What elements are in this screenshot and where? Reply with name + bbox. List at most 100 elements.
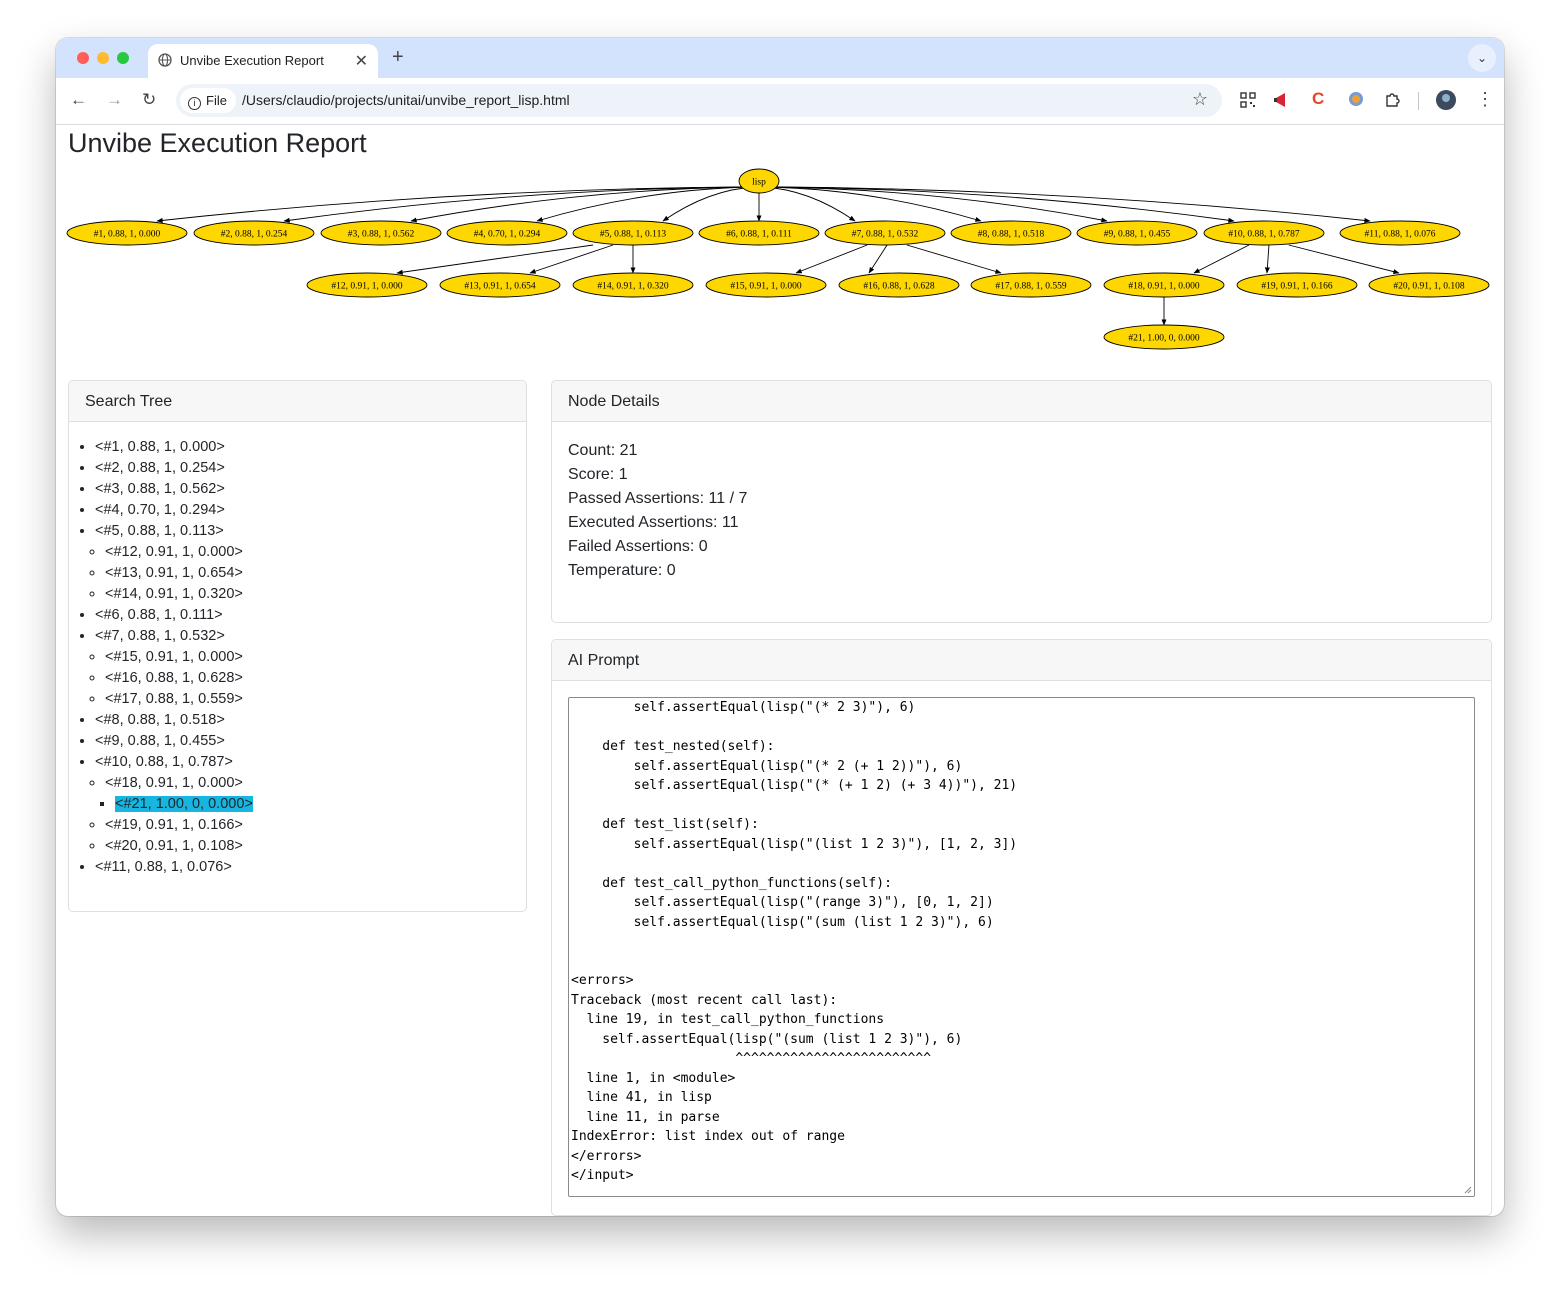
back-button[interactable]: ← — [70, 90, 87, 110]
graph-node-label: #5, 0.88, 1, 0.113 — [600, 230, 666, 240]
tab-title: Unvibe Execution Report — [180, 53, 324, 68]
graph-node-label: #1, 0.88, 1, 0.000 — [94, 230, 161, 240]
reload-button[interactable]: ↻ — [142, 90, 156, 110]
graph-node-label: lisp — [752, 178, 766, 188]
ai-prompt-textarea[interactable]: self.assertEqual(lisp("(* 2 3)"), 6) def… — [568, 697, 1475, 1197]
new-tab-button[interactable]: + — [392, 46, 404, 69]
tree-item-label: <#21, 1.00, 0, 0.000> — [115, 796, 253, 812]
tree-item[interactable]: <#10, 0.88, 1, 0.787> — [95, 752, 526, 773]
tree-sublist: <#21, 1.00, 0, 0.000> — [105, 794, 526, 815]
graph-edge — [906, 244, 1002, 274]
bookmark-star-icon[interactable]: ☆ — [1192, 89, 1208, 110]
ai-prompt-card: AI Prompt self.assertEqual(lisp("(* 2 3)… — [551, 639, 1492, 1216]
tree-item[interactable]: <#14, 0.91, 1, 0.320> — [105, 584, 526, 605]
toolbar-separator — [1418, 92, 1419, 110]
tree-item[interactable]: <#20, 0.91, 1, 0.108> — [105, 836, 526, 857]
extensions-puzzle-icon[interactable] — [1384, 91, 1401, 108]
graph-node: #4, 0.70, 1, 0.294 — [446, 220, 568, 246]
graph-node-label: #17, 0.88, 1, 0.559 — [995, 282, 1067, 292]
tab-close-icon[interactable]: ✕ — [355, 51, 368, 71]
resize-grip-icon[interactable] — [1464, 1186, 1472, 1194]
tree-item-label: <#13, 0.91, 1, 0.654> — [105, 565, 243, 581]
browser-menu-icon[interactable]: ⋮ — [1476, 89, 1494, 110]
c-extension-icon[interactable]: C — [1312, 89, 1324, 109]
forward-button[interactable]: → — [106, 90, 123, 110]
tree-item[interactable]: <#17, 0.88, 1, 0.559> — [105, 689, 526, 710]
tree-item[interactable]: <#12, 0.91, 1, 0.000> — [105, 542, 526, 563]
tree-item-label: <#17, 0.88, 1, 0.559> — [105, 691, 243, 707]
tree-sublist: <#18, 0.91, 1, 0.000> <#21, 1.00, 0, 0.00… — [95, 773, 526, 857]
graph-edge — [156, 186, 744, 223]
graph-node-label: #2, 0.88, 1, 0.254 — [221, 230, 288, 240]
browser-toolbar: ← → ↻ i File /Users/claudio/projects/unit… — [56, 78, 1504, 125]
graph-node-label: #18, 0.91, 1, 0.000 — [1128, 282, 1200, 292]
graph-node-label: #11, 0.88, 1, 0.076 — [1365, 230, 1436, 240]
tree-item-label: <#6, 0.88, 1, 0.111> — [95, 607, 223, 623]
tree-item[interactable]: <#4, 0.70, 1, 0.294> — [95, 500, 526, 521]
minimize-window-button[interactable] — [97, 52, 109, 64]
detail-score: Score: 1 — [568, 466, 628, 483]
tree-item-label: <#7, 0.88, 1, 0.532> — [95, 628, 225, 644]
graph-node-label: #10, 0.88, 1, 0.787 — [1228, 230, 1300, 240]
ai-prompt-text: self.assertEqual(lisp("(* 2 3)"), 6) def… — [571, 700, 1018, 1183]
extension-badge-icon[interactable] — [1348, 91, 1364, 107]
graph-node: #3, 0.88, 1, 0.562 — [320, 220, 442, 246]
tree-item[interactable]: <#11, 0.88, 1, 0.076> — [95, 857, 526, 878]
tree-item-label: <#19, 0.91, 1, 0.166> — [105, 817, 243, 833]
graph-edge — [536, 186, 753, 222]
graph-node-label: #3, 0.88, 1, 0.562 — [348, 230, 415, 240]
url-text[interactable]: /Users/claudio/projects/unitai/unvibe_re… — [242, 92, 570, 108]
tree-item-label: <#18, 0.91, 1, 0.000> — [105, 775, 243, 791]
graph-edge — [765, 186, 982, 222]
tab-active[interactable]: Unvibe Execution Report ✕ — [148, 44, 378, 78]
tree-item[interactable]: <#9, 0.88, 1, 0.455> — [95, 731, 526, 752]
detail-count: Count: 21 — [568, 442, 638, 459]
graph-node-label: #20, 0.91, 1, 0.108 — [1393, 282, 1465, 292]
maximize-window-button[interactable] — [117, 52, 129, 64]
graph-node: #7, 0.88, 1, 0.532 — [824, 220, 946, 246]
tree-item[interactable]: <#1, 0.88, 1, 0.000> — [95, 437, 526, 458]
graph-node: #8, 0.88, 1, 0.518 — [950, 220, 1072, 246]
tree-item[interactable]: <#21, 1.00, 0, 0.000> — [115, 794, 526, 815]
tree-item[interactable]: <#19, 0.91, 1, 0.166> — [105, 815, 526, 836]
tree-item-label: <#15, 0.91, 1, 0.000> — [105, 649, 243, 665]
graph-edge — [1193, 244, 1250, 274]
qr-code-icon[interactable] — [1240, 92, 1256, 108]
tree-item[interactable]: <#2, 0.88, 1, 0.254> — [95, 458, 526, 479]
tree-item-label: <#11, 0.88, 1, 0.076> — [95, 859, 232, 875]
graph-edge — [1288, 244, 1400, 275]
tree-item[interactable]: <#15, 0.91, 1, 0.000> — [105, 647, 526, 668]
tree-item[interactable]: <#5, 0.88, 1, 0.113> — [95, 521, 526, 542]
tree-item[interactable]: <#13, 0.91, 1, 0.654> — [105, 563, 526, 584]
tree-item[interactable]: <#7, 0.88, 1, 0.532> — [95, 626, 526, 647]
graph-node-label: #16, 0.88, 1, 0.628 — [863, 282, 935, 292]
address-bar[interactable]: i File /Users/claudio/projects/unitai/unv… — [176, 84, 1222, 117]
graph-node-label: #12, 0.91, 1, 0.000 — [331, 282, 403, 292]
graph-edge — [396, 244, 594, 275]
site-info-chip[interactable]: i File — [180, 88, 236, 113]
tree-item-label: <#9, 0.88, 1, 0.455> — [95, 733, 225, 749]
tree-item[interactable]: <#8, 0.88, 1, 0.518> — [95, 710, 526, 731]
graph-node-label: #4, 0.70, 1, 0.294 — [474, 230, 541, 240]
tree-item[interactable]: <#16, 0.88, 1, 0.628> — [105, 668, 526, 689]
graph-node: #13, 0.91, 1, 0.654 — [439, 272, 561, 298]
tree-item[interactable]: <#3, 0.88, 1, 0.562> — [95, 479, 526, 500]
tab-search-button[interactable]: ⌄ — [1468, 44, 1496, 72]
graph-edge — [775, 186, 1371, 223]
tree-item[interactable]: <#18, 0.91, 1, 0.000> — [105, 773, 526, 794]
tree-item-label: <#5, 0.88, 1, 0.113> — [95, 523, 224, 539]
graph-node: #9, 0.88, 1, 0.455 — [1076, 220, 1198, 246]
close-window-button[interactable] — [77, 52, 89, 64]
tree-item[interactable]: <#6, 0.88, 1, 0.111> — [95, 605, 526, 626]
graph-node-label: #13, 0.91, 1, 0.654 — [464, 282, 536, 292]
tree-item-label: <#12, 0.91, 1, 0.000> — [105, 544, 243, 560]
megaphone-icon[interactable] — [1274, 92, 1292, 108]
graph-node: lisp — [738, 168, 780, 194]
graph-edge — [868, 244, 888, 274]
graph-node: #11, 0.88, 1, 0.076 — [1339, 220, 1461, 246]
profile-avatar-icon[interactable] — [1436, 90, 1456, 110]
graph-node-label: #21, 1.00, 0, 0.000 — [1128, 334, 1200, 344]
graph-node: #19, 0.91, 1, 0.166 — [1236, 272, 1358, 298]
graph-node-label: #8, 0.88, 1, 0.518 — [978, 230, 1045, 240]
detail-passed-assertions: Passed Assertions: 11 / 7 — [568, 490, 748, 507]
